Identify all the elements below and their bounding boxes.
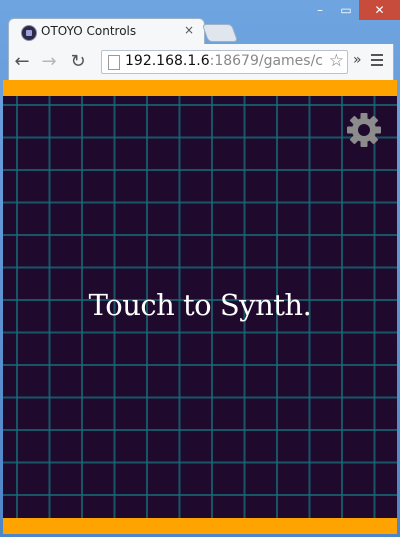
minimize-button[interactable]: – bbox=[307, 0, 333, 20]
address-bar[interactable]: 192.168.1.6:18679/games/c ☆ bbox=[101, 50, 348, 74]
extensions-overflow-button[interactable]: » bbox=[353, 52, 362, 68]
close-window-button[interactable]: ✕ bbox=[359, 0, 400, 20]
browser-window: OTOYO Controls × – ▭ ✕ ← → ↻ 192.168.1.6… bbox=[0, 0, 400, 537]
forward-button[interactable]: → bbox=[39, 52, 59, 72]
browser-toolbar: ← → ↻ 192.168.1.6:18679/games/c ☆ » bbox=[8, 44, 394, 80]
tab-close-icon[interactable]: × bbox=[184, 23, 194, 37]
bookmark-star-icon[interactable]: ☆ bbox=[326, 51, 344, 71]
menu-icon[interactable] bbox=[371, 54, 383, 69]
new-tab-button[interactable] bbox=[201, 24, 239, 42]
url-text: 192.168.1.6:18679/games/c bbox=[125, 53, 323, 69]
page-icon bbox=[108, 55, 120, 70]
url-path: :18679/games/c bbox=[209, 53, 324, 69]
synth-touch-area[interactable]: Touch to Synth. bbox=[3, 96, 397, 518]
page-content: Touch to Synth. bbox=[3, 80, 397, 534]
favicon-icon bbox=[21, 25, 37, 41]
top-accent-bar bbox=[3, 80, 397, 96]
url-host: 192.168.1.6 bbox=[125, 53, 210, 69]
tab-strip: OTOYO Controls × – ▭ ✕ bbox=[0, 0, 400, 45]
tab-otoyo-controls[interactable]: OTOYO Controls × bbox=[8, 18, 205, 45]
tab-title: OTOYO Controls bbox=[41, 24, 137, 38]
maximize-button[interactable]: ▭ bbox=[333, 0, 359, 20]
touch-prompt: Touch to Synth. bbox=[88, 288, 312, 322]
bottom-accent-bar bbox=[3, 518, 397, 534]
back-button[interactable]: ← bbox=[12, 52, 32, 72]
gear-icon[interactable] bbox=[346, 112, 382, 148]
reload-button[interactable]: ↻ bbox=[68, 52, 88, 72]
